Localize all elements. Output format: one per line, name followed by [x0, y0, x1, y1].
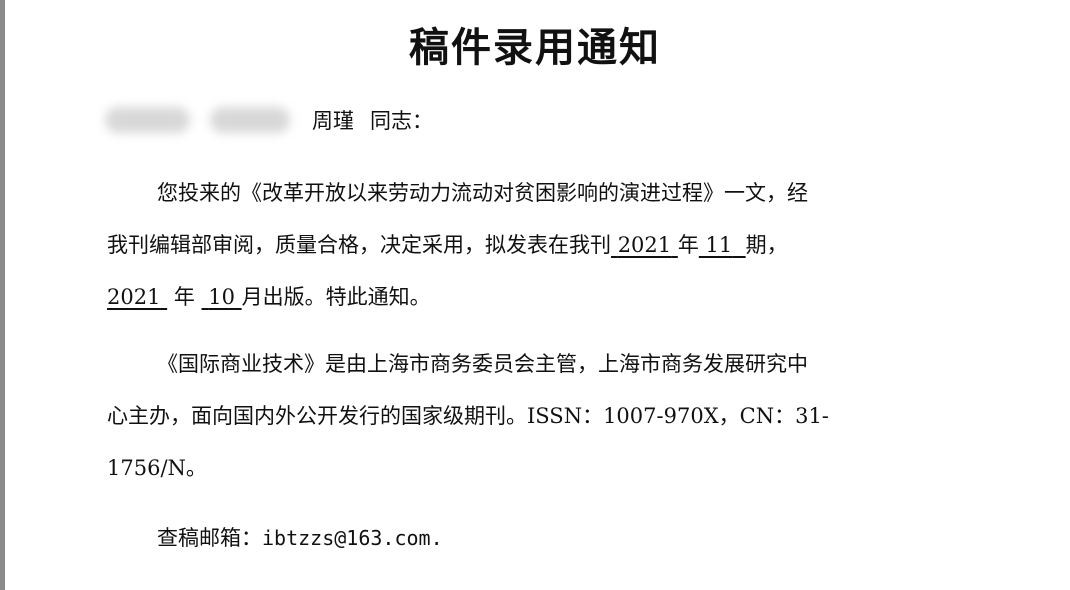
email-paragraph: 查稿邮箱：ibtzzs@163.com.: [107, 512, 967, 564]
left-edge-bar: [0, 0, 5, 590]
notice-title: 稿件录用通知: [409, 24, 661, 71]
paragraph-line: 心主办，面向国内外公开发行的国家级期刊。ISSN：1007-970X，CN：31…: [107, 404, 829, 428]
line-text: 月出版。特此通知。: [241, 285, 431, 309]
author-name: 周瑾: [312, 109, 354, 133]
acceptance-paragraph: 您投来的《改革开放以来劳动力流动对贫困影响的演进过程》一文，经 我刊编辑部审阅，…: [107, 167, 967, 323]
paragraph-line: 您投来的《改革开放以来劳动力流动对贫困影响的演进过程》一文，经: [157, 181, 808, 205]
publication-year: 2021: [107, 285, 161, 309]
issue-year: 2021: [617, 233, 672, 257]
redacted-text: [210, 107, 290, 133]
email-label: 查稿邮箱：: [157, 526, 262, 550]
publication-month: 10: [208, 285, 235, 309]
issue-number: 11: [705, 233, 733, 257]
line-text: 我刊编辑部审阅，质量合格，决定采用，拟发表在我刊: [107, 233, 611, 257]
paragraph-line: 《国际商业技术》是由上海市商务委员会主管，上海市商务发展研究中: [157, 352, 808, 376]
year-char: 年: [677, 233, 699, 257]
salutation-suffix: 同志：: [370, 109, 433, 133]
paragraph-line: 我刊编辑部审阅，质量合格，决定采用，拟发表在我刊 2021 年 11 期，: [107, 219, 967, 271]
year-char: 年: [173, 285, 195, 309]
salutation: 周瑾 同志：: [105, 100, 433, 140]
journal-info-paragraph: 《国际商业技术》是由上海市商务委员会主管，上海市商务发展研究中 心主办，面向国内…: [107, 338, 967, 494]
paragraph-line: 查稿邮箱：ibtzzs@163.com.: [107, 512, 967, 564]
paragraph-line: 1756/N。: [107, 456, 207, 480]
issue-suffix: 期，: [745, 233, 788, 257]
redacted-text: [105, 107, 190, 133]
paragraph-line: 2021 年 10 月出版。特此通知。: [107, 271, 967, 323]
email-address: ibtzzs@163.com.: [262, 526, 443, 550]
